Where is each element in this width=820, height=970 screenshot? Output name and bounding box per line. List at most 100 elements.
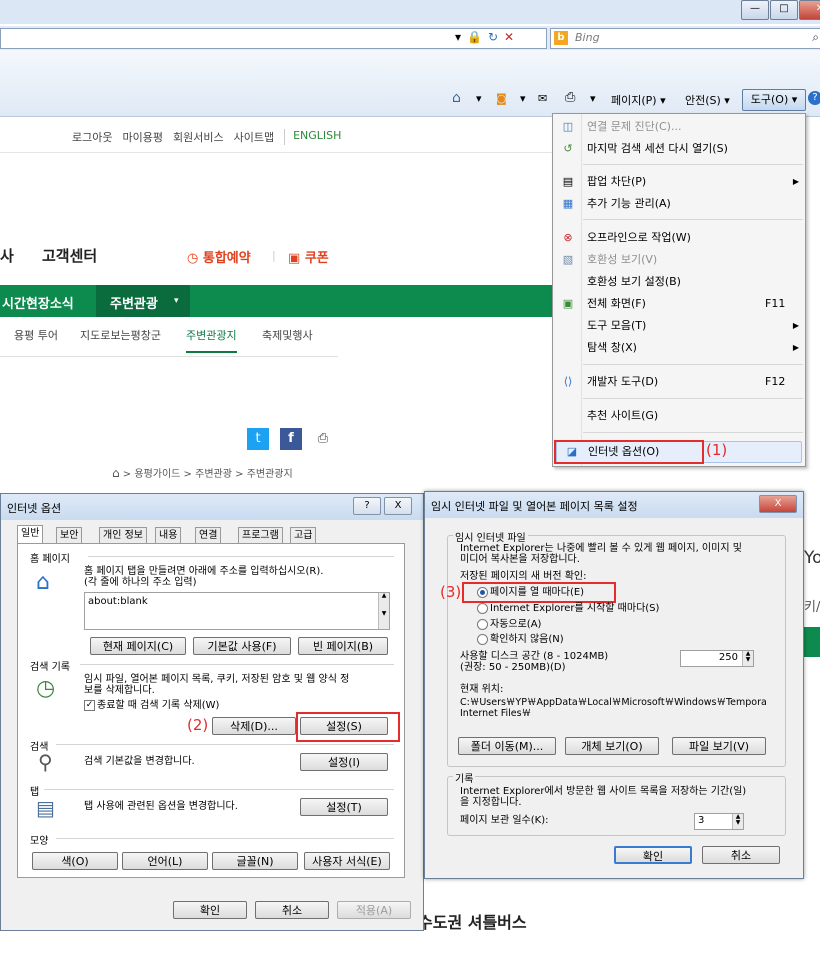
refresh-icon[interactable]: ↻: [488, 30, 498, 44]
tab-security[interactable]: 보안: [56, 527, 83, 544]
mypage-link[interactable]: 마이용평: [122, 129, 162, 145]
breadcrumb-item[interactable]: 주변관광: [195, 469, 232, 480]
maximize-icon[interactable]: □: [770, 0, 798, 20]
menu-compat-settings[interactable]: 호환성 보기 설정(B): [553, 272, 805, 292]
nav-fragment[interactable]: 사: [0, 245, 14, 266]
fonts-button[interactable]: 글꼴(N): [212, 852, 298, 870]
dropdown-icon[interactable]: ▾: [590, 92, 596, 105]
search-box[interactable]: b Bing ⌕: [550, 28, 820, 49]
nav-nearby-tour[interactable]: 주변관광: [110, 293, 158, 312]
member-service-link[interactable]: 회원서비스: [173, 129, 224, 145]
stop-icon[interactable]: ✕: [504, 30, 514, 44]
blank-page-button[interactable]: 빈 페이지(B): [298, 637, 388, 655]
menu-addons[interactable]: ▦ 추가 기능 관리(A): [553, 194, 805, 214]
print-icon[interactable]: ⎙: [565, 90, 575, 105]
menu-diagnose[interactable]: ◫ 연결 문제 진단(C)...: [553, 117, 805, 137]
cancel-button[interactable]: 취소: [255, 901, 329, 919]
home-page-input[interactable]: about:blank ▲ ▼: [84, 592, 390, 630]
twitter-icon[interactable]: t: [247, 428, 269, 450]
coupon-link[interactable]: ▣ 쿠폰: [288, 247, 329, 266]
menu-toolbars[interactable]: 도구 모음(T) ▶: [553, 316, 805, 336]
tab-general[interactable]: 일반: [17, 525, 44, 544]
menu-suggested-sites[interactable]: 추천 사이트(G): [553, 406, 805, 426]
spinner-icon[interactable]: ▲ ▼: [742, 651, 753, 666]
radio-every-start[interactable]: [477, 603, 488, 614]
menu-reopen-session[interactable]: ↺ 마지막 검색 세션 다시 열기(S): [553, 139, 805, 159]
chevron-down-icon[interactable]: ▾: [174, 296, 179, 306]
help-icon[interactable]: ?: [808, 91, 820, 105]
tab-programs[interactable]: 프로그램: [238, 527, 283, 544]
dropdown-icon[interactable]: ▾: [476, 92, 482, 105]
languages-button[interactable]: 언어(L): [122, 852, 208, 870]
delete-on-exit-checkbox[interactable]: ✓: [84, 700, 95, 711]
facebook-icon[interactable]: f: [280, 428, 302, 450]
breadcrumb: ⌂ > 용평가이드 > 주변관광 > 주변관광지: [112, 466, 293, 480]
days-label: 페이지 보관 일수(K):: [460, 815, 549, 826]
dropdown-icon[interactable]: ▾: [520, 92, 526, 105]
tab-privacy[interactable]: 개인 정보: [99, 527, 147, 544]
dropdown-icon[interactable]: ▾: [455, 30, 461, 44]
subnav-tour[interactable]: 용평 투어: [14, 327, 58, 343]
nav-live-news[interactable]: 시간현장소식: [2, 293, 74, 312]
page-menu[interactable]: 페이지(P) ▾: [611, 92, 666, 108]
lock-icon[interactable]: 🔒: [467, 30, 482, 44]
close-icon[interactable]: X: [759, 495, 797, 513]
tab-advanced[interactable]: 고급: [290, 527, 317, 544]
mail-icon[interactable]: ✉: [538, 92, 547, 105]
radio-auto[interactable]: [477, 619, 488, 630]
sitemap-link[interactable]: 사이트맵: [234, 129, 274, 145]
subnav-festival[interactable]: 축제및행사: [262, 327, 313, 343]
apply-button[interactable]: 적용(A): [337, 901, 411, 919]
location-label: 현재 위치:: [460, 684, 504, 695]
disk-space-input[interactable]: 250 ▲ ▼: [680, 650, 754, 667]
default-button[interactable]: 기본값 사용(F): [193, 637, 291, 655]
current-page-button[interactable]: 현재 페이지(C): [90, 637, 186, 655]
print-icon[interactable]: ⎙: [312, 428, 334, 450]
history-delete-button[interactable]: 삭제(D)...: [212, 717, 296, 735]
radio-every-visit[interactable]: [477, 587, 488, 598]
tabs-settings-button[interactable]: 설정(T): [300, 798, 388, 816]
help-icon[interactable]: ?: [353, 497, 381, 515]
menu-popup-blocker[interactable]: ▤ 팝업 차단(P) ▶: [553, 172, 805, 192]
home-icon[interactable]: ⌂: [452, 90, 461, 106]
network-icon: ◫: [562, 120, 574, 133]
history-group-label: 기록: [453, 770, 476, 785]
coupon-icon: ▣: [288, 251, 301, 266]
move-folder-button[interactable]: 폴더 이동(M)...: [458, 737, 556, 755]
tools-menu-button[interactable]: 도구(O) ▾: [742, 89, 806, 111]
colors-button[interactable]: 색(O): [32, 852, 118, 870]
tab-connections[interactable]: 연결: [195, 527, 222, 544]
logout-link[interactable]: 로그아웃: [72, 129, 112, 145]
safety-menu[interactable]: 안전(S) ▾: [685, 92, 730, 108]
view-objects-button[interactable]: 개체 보기(O): [565, 737, 659, 755]
view-files-button[interactable]: 파일 보기(V): [672, 737, 766, 755]
feeds-icon[interactable]: ◙: [496, 92, 507, 105]
tab-content[interactable]: 내용: [155, 527, 182, 544]
close-icon[interactable]: X: [384, 497, 412, 515]
menu-offline[interactable]: ⊗ 오프라인으로 작업(W): [553, 228, 805, 248]
menu-compat-view[interactable]: ▧ 호환성 보기(V): [553, 250, 805, 270]
menu-fullscreen[interactable]: ▣ 전체 화면(F) F11: [553, 294, 805, 314]
accessibility-button[interactable]: 사용자 서식(E): [304, 852, 390, 870]
ok-button[interactable]: 확인: [614, 846, 692, 864]
breadcrumb-item[interactable]: 용평가이드: [134, 469, 180, 480]
offline-icon: ⊗: [563, 231, 573, 244]
nav-customer-center[interactable]: 고객센터: [42, 245, 97, 266]
search-settings-button[interactable]: 설정(I): [300, 753, 388, 771]
close-icon[interactable]: ✕: [799, 0, 820, 20]
spinner-icon[interactable]: ▲ ▼: [732, 814, 743, 829]
menu-dev-tools[interactable]: ⟨⟩ 개발자 도구(D) F12: [553, 372, 805, 392]
subnav-attractions[interactable]: 주변관광지: [186, 327, 237, 353]
days-input[interactable]: 3 ▲ ▼: [694, 813, 744, 830]
minimize-icon[interactable]: —: [741, 0, 769, 20]
cancel-button[interactable]: 취소: [702, 846, 780, 864]
menu-explorer-bars[interactable]: 탐색 창(X) ▶: [553, 338, 805, 358]
search-icon[interactable]: ⌕: [812, 30, 819, 45]
radio-never[interactable]: [477, 634, 488, 645]
english-link[interactable]: ENGLISH: [284, 129, 341, 145]
ok-button[interactable]: 확인: [173, 901, 247, 919]
home-icon[interactable]: ⌂: [112, 466, 120, 480]
reservation-link[interactable]: ◷ 통합예약: [187, 247, 251, 266]
scrollbar[interactable]: ▲ ▼: [378, 593, 389, 629]
subnav-map[interactable]: 지도로보는평창군: [80, 327, 161, 343]
